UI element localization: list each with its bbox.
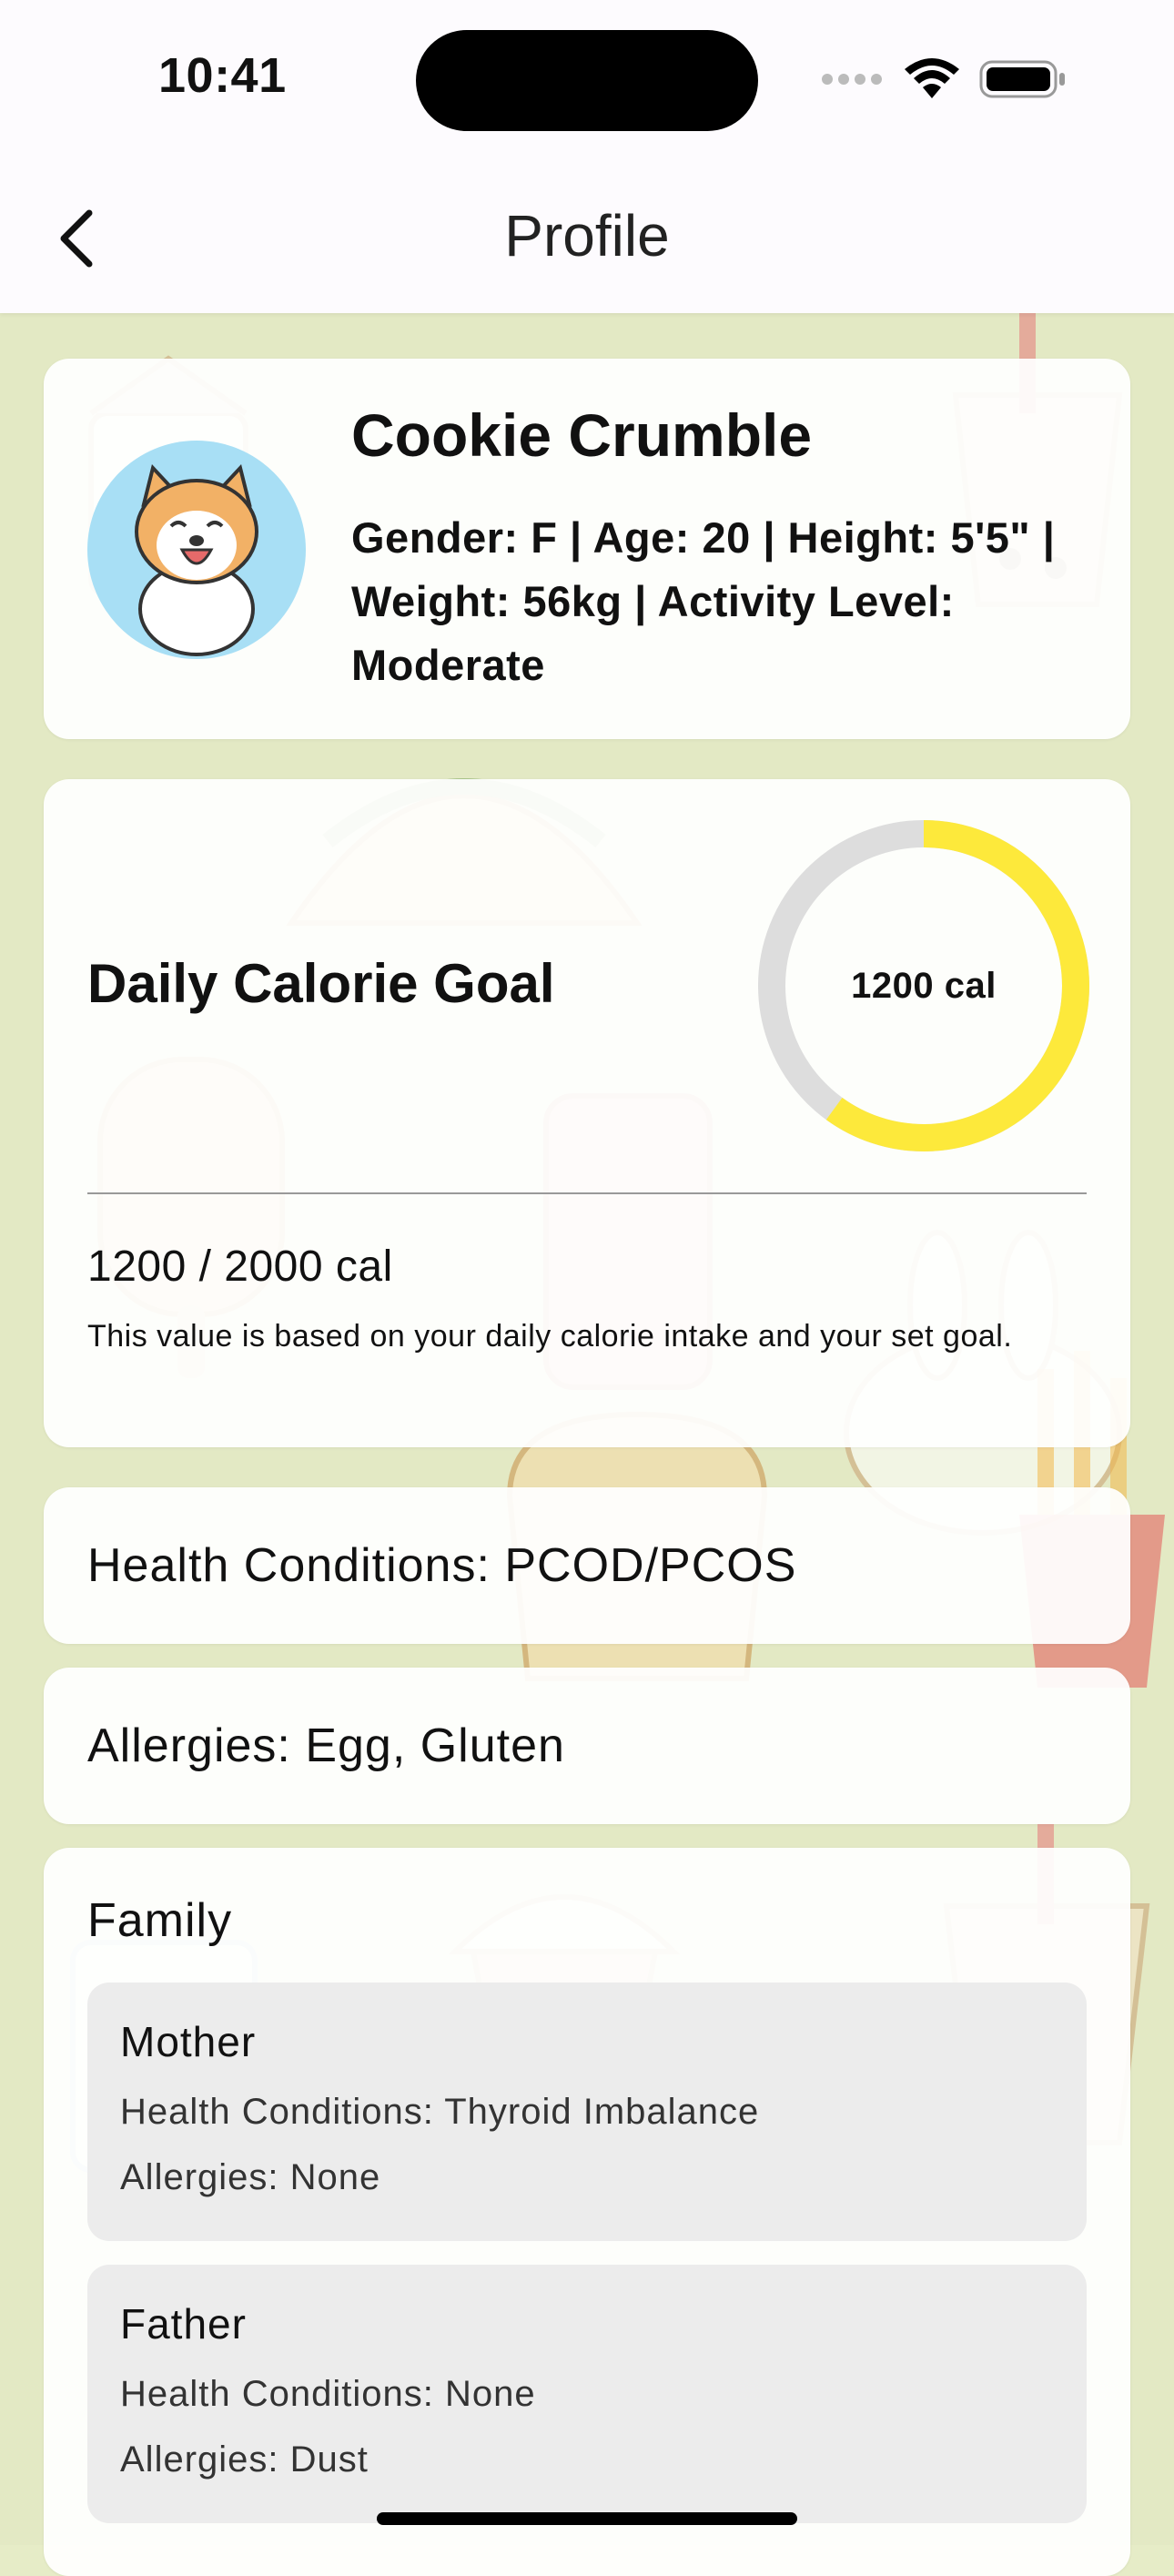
top-bar: 10:41 Profile [0, 0, 1174, 313]
member-conditions: Health Conditions: None [120, 2374, 536, 2414]
dog-avatar [135, 463, 258, 656]
family-member-father[interactable]: Father Health Conditions: None Allergies… [87, 2265, 1087, 2523]
calorie-goal-card: Daily Calorie Goal 1200 cal 1200 / 2000 … [44, 779, 1130, 1447]
profile-name: Cookie Crumble [351, 401, 813, 469]
divider [87, 1192, 1087, 1194]
member-name: Father [120, 2300, 247, 2348]
calorie-note: This value is based on your daily calori… [87, 1319, 1013, 1354]
home-indicator [377, 2512, 797, 2525]
family-member-mother[interactable]: Mother Health Conditions: Thyroid Imbala… [87, 1983, 1087, 2241]
member-allergies: Allergies: None [120, 2157, 381, 2197]
status-icons [821, 56, 1067, 102]
health-conditions-label: Health Conditions: PCOD/PCOS [87, 1539, 797, 1592]
signal-icon [822, 74, 882, 85]
allergies-card[interactable]: Allergies: Egg, Gluten [44, 1668, 1130, 1824]
calorie-goal-title: Daily Calorie Goal [87, 953, 555, 1014]
profile-details: Gender: F | Age: 20 | Height: 5'5" | Wei… [351, 513, 1056, 689]
avatar [87, 441, 306, 659]
allergies-label: Allergies: Egg, Gluten [87, 1719, 565, 1772]
family-title: Family [87, 1894, 233, 1947]
wifi-icon [905, 58, 959, 98]
family-card: Family Mother Health Conditions: Thyroid… [44, 1848, 1130, 2576]
calorie-value: 1200 / 2000 cal [87, 1242, 393, 1291]
page-title: Profile [504, 203, 670, 269]
member-allergies: Allergies: Dust [120, 2439, 369, 2480]
ring-label: 1200 cal [851, 965, 997, 1006]
member-conditions: Health Conditions: Thyroid Imbalance [120, 2092, 760, 2132]
profile-card: Cookie Crumble Gender: F | Age: 20 | Hei… [44, 359, 1130, 739]
member-name: Mother [120, 2018, 257, 2065]
battery-icon [979, 60, 1065, 98]
dynamic-island [416, 30, 758, 131]
health-conditions-card[interactable]: Health Conditions: PCOD/PCOS [44, 1487, 1130, 1644]
status-time: 10:41 [158, 48, 287, 103]
